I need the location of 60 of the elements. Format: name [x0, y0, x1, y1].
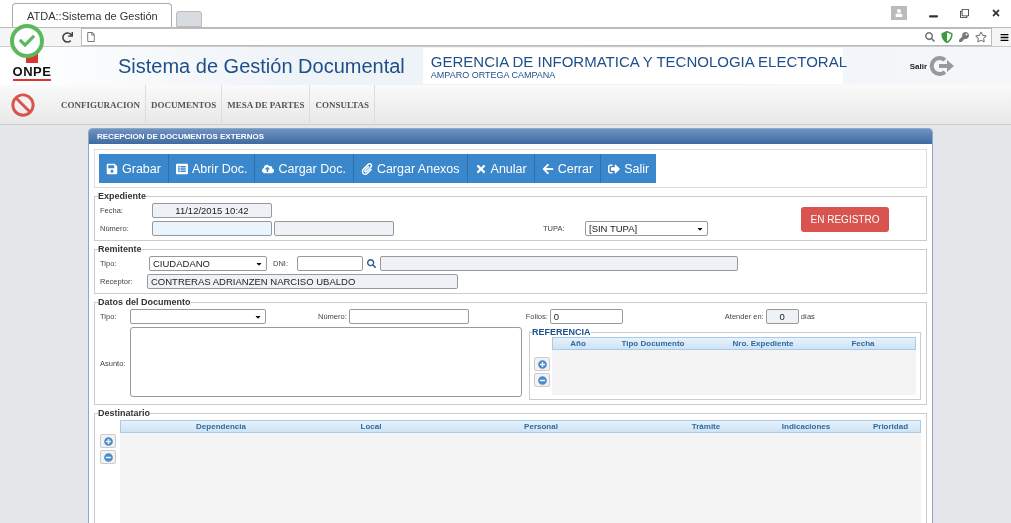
panel-title: RECEPCION DE DOCUMENTOS EXTERNOS [89, 129, 932, 144]
logout-link[interactable]: Salir [909, 56, 955, 76]
section-title: REFERENCIA [532, 327, 591, 337]
add-button[interactable] [534, 357, 550, 371]
date-field: 11/12/2015 10:42 [152, 203, 272, 218]
close-icon[interactable] [991, 8, 1001, 18]
app-title: Sistema de Gestión Documental [118, 54, 405, 78]
section-title: Remitente [98, 244, 142, 254]
column-header: Personal [523, 422, 559, 431]
list-icon [175, 162, 188, 175]
column-header: Dependencia [195, 422, 247, 431]
menu-item[interactable]: MESA DE PARTES [222, 84, 311, 125]
remove-button[interactable] [100, 450, 116, 464]
column-header: Trámite [690, 422, 722, 431]
key-icon[interactable] [959, 32, 969, 42]
number-field[interactable] [152, 221, 272, 236]
column-header: Nro. Expediente [731, 339, 795, 348]
menu-item[interactable]: CONSULTAS [310, 84, 375, 125]
number-field[interactable] [348, 309, 469, 324]
column-header: Prioridad [871, 422, 910, 431]
folios-field[interactable]: 0 [549, 309, 623, 324]
column-header: Fecha [850, 339, 876, 348]
menu-icon[interactable] [1000, 32, 1009, 42]
prohibited-icon [11, 92, 35, 117]
page-icon [86, 32, 96, 42]
tupa-select[interactable]: [SIN TUPA] [585, 221, 708, 236]
days-field: 0 [765, 309, 799, 324]
shield-icon[interactable] [941, 31, 953, 43]
type-select[interactable] [130, 309, 266, 324]
toolbar-button[interactable]: Grabar [99, 154, 169, 183]
zoom-icon[interactable] [925, 32, 935, 42]
address-field[interactable] [81, 28, 992, 46]
menu-item[interactable]: CONFIGURACION [56, 84, 146, 125]
user-icon[interactable] [891, 6, 907, 20]
arrow-left-icon [541, 162, 554, 175]
column-header: Tipo Documento [620, 339, 686, 348]
sign-out-icon [608, 162, 621, 175]
star-icon[interactable] [975, 31, 987, 43]
type-select[interactable]: CIUDADANO [149, 256, 267, 271]
add-button[interactable] [100, 434, 116, 448]
remove-button[interactable] [534, 373, 550, 387]
status-badge: EN REGISTRO [801, 207, 889, 232]
close-icon [474, 162, 487, 175]
section-title: Destinatario [98, 408, 150, 418]
menu-item[interactable]: DOCUMENTOS [146, 84, 223, 125]
paperclip-icon [360, 162, 373, 175]
subject-field[interactable] [130, 327, 522, 397]
section-title: Datos del Documento [98, 297, 191, 307]
column-header: Indicaciones [780, 422, 832, 431]
browser-tab[interactable]: ATDA::Sistema de Gestión [12, 3, 172, 27]
cloud-upload-icon [262, 162, 275, 175]
section-title: Expediente [98, 191, 146, 201]
column-header: Año [569, 339, 587, 348]
receptor-field: CONTRERAS ADRIANZEN NARCISO UBALDO [147, 274, 458, 289]
restore-icon[interactable] [960, 8, 969, 18]
dni-field[interactable] [297, 256, 363, 271]
reload-icon[interactable] [62, 31, 73, 43]
user-name: AMPARO ORTEGA CAMPANA [430, 69, 557, 80]
column-header: Local [359, 422, 383, 431]
search-icon[interactable] [367, 259, 376, 268]
